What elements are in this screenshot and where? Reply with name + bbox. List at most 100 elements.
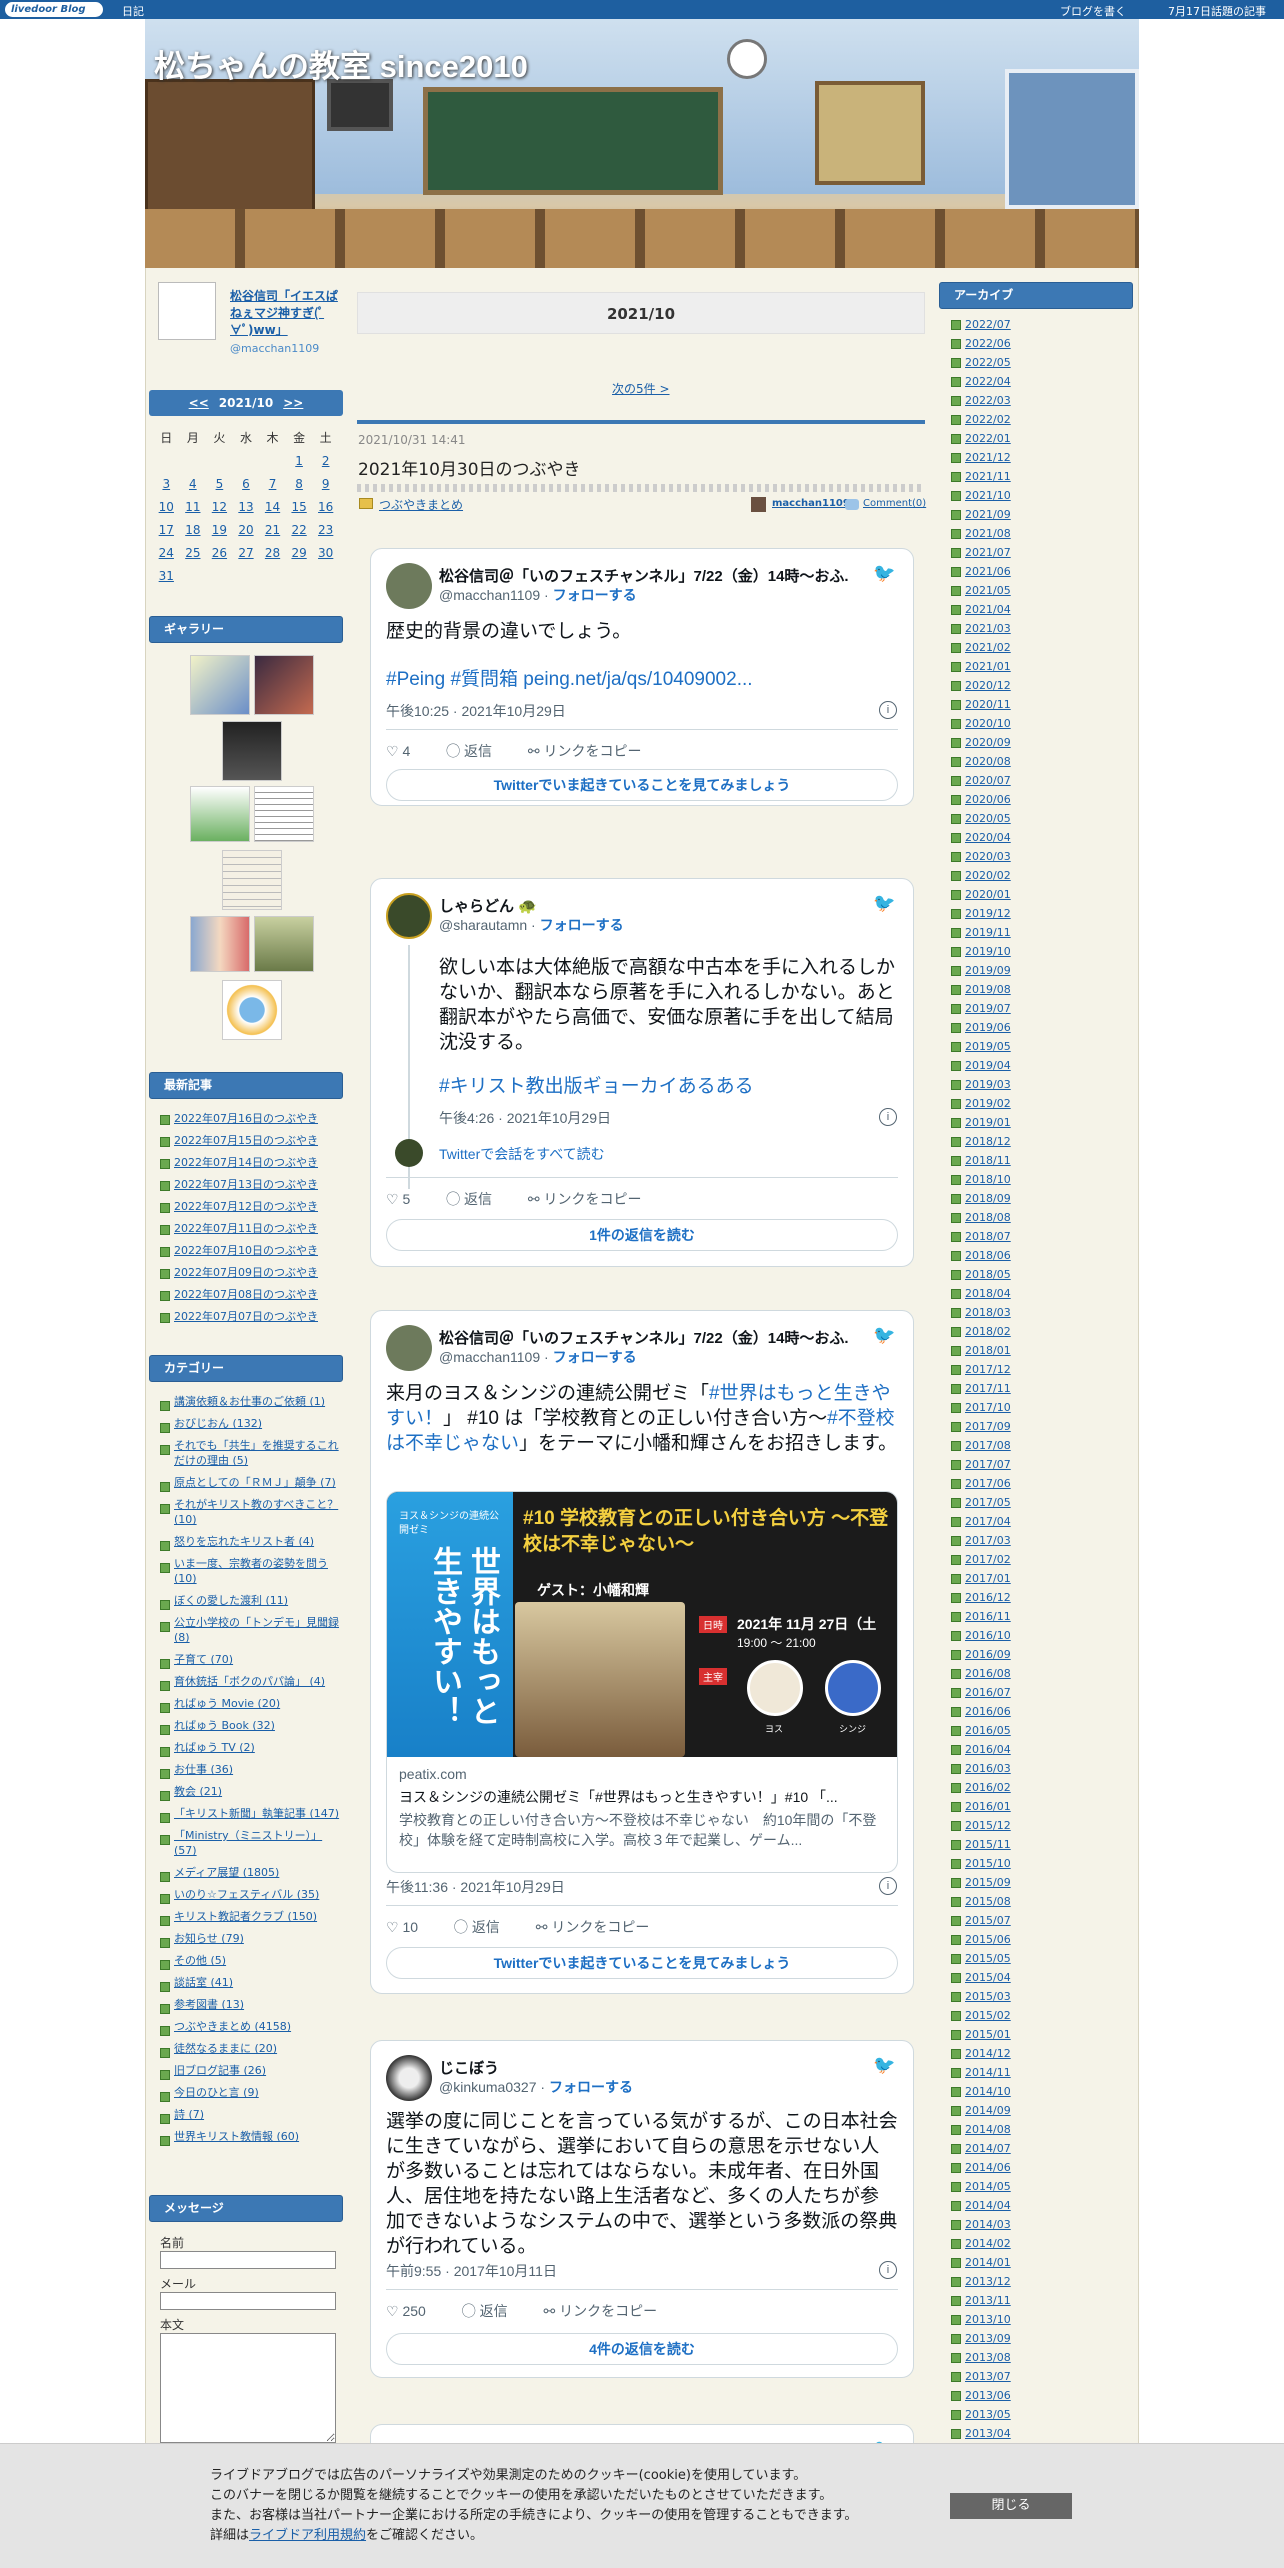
archive-item[interactable]: 2013/04 xyxy=(951,2424,1011,2443)
archive-item[interactable]: 2018/12 xyxy=(951,1132,1011,1151)
archive-item[interactable]: 2021/12 xyxy=(951,448,1011,467)
recent-post-item[interactable]: 2022年07月11日のつぶやき xyxy=(160,1218,318,1240)
category-item-link[interactable]: ぼくの愛した渡利 (11) xyxy=(174,1594,288,1607)
archive-item[interactable]: 2013/08 xyxy=(951,2348,1011,2367)
archive-item[interactable]: 2020/06 xyxy=(951,790,1011,809)
archive-item-link[interactable]: 2017/01 xyxy=(965,1572,1011,1585)
recent-post-item-link[interactable]: 2022年07月08日のつぶやき xyxy=(174,1288,318,1301)
terms-link[interactable]: ライブドア利用規約 xyxy=(249,2528,366,2543)
recent-post-item[interactable]: 2022年07月08日のつぶやき xyxy=(160,1284,318,1306)
archive-item-link[interactable]: 2022/07 xyxy=(965,318,1011,331)
calendar-day[interactable]: 30 xyxy=(312,541,339,564)
archive-item[interactable]: 2017/06 xyxy=(951,1474,1011,1493)
tweet-author-name[interactable]: 松谷信司＠「いのフェスチャンネル」7/22（金）14時～おふ... xyxy=(439,565,849,586)
archive-item[interactable]: 2014/10 xyxy=(951,2082,1011,2101)
category-item[interactable]: 教会 (21) xyxy=(160,1784,346,1801)
calendar-next-link[interactable]: >> xyxy=(283,396,303,410)
handle-text[interactable]: @kinkuma0327 xyxy=(439,2079,537,2095)
calendar-day-link[interactable]: 17 xyxy=(159,523,174,537)
archive-item[interactable]: 2022/06 xyxy=(951,334,1011,353)
archive-item-link[interactable]: 2016/01 xyxy=(965,1800,1011,1813)
explore-twitter-button[interactable]: Twitterでいま起きていることを見てみましょう xyxy=(386,769,898,801)
archive-item[interactable]: 2018/03 xyxy=(951,1303,1011,1322)
calendar-day-link[interactable]: 6 xyxy=(242,477,250,491)
category-item[interactable]: いま一度、宗教者の姿勢を問う (10) xyxy=(160,1556,346,1586)
post-comments-link[interactable]: Comment(0) xyxy=(863,498,926,509)
archive-item[interactable]: 2017/12 xyxy=(951,1360,1011,1379)
link-card[interactable]: ヨス＆シンジの連続公開ゼミ 世界はもっと生きやすい！ #10 学校教育との正しい… xyxy=(386,1491,898,1873)
calendar-day-link[interactable]: 26 xyxy=(212,546,227,560)
calendar-day-link[interactable]: 11 xyxy=(185,500,200,514)
follow-button[interactable]: フォローする xyxy=(553,587,637,603)
archive-item-link[interactable]: 2020/07 xyxy=(965,774,1011,787)
archive-item-link[interactable]: 2020/09 xyxy=(965,736,1011,749)
category-item-link[interactable]: お仕事 (36) xyxy=(174,1763,233,1776)
calendar-day[interactable]: 26 xyxy=(206,541,233,564)
archive-item-link[interactable]: 2016/04 xyxy=(965,1743,1011,1756)
archive-item[interactable]: 2015/04 xyxy=(951,1968,1011,1987)
archive-item[interactable]: 2022/07 xyxy=(951,315,1011,334)
archive-item[interactable]: 2019/02 xyxy=(951,1094,1011,1113)
archive-item[interactable]: 2020/02 xyxy=(951,866,1011,885)
archive-item[interactable]: 2020/01 xyxy=(951,885,1011,904)
diary-link[interactable]: 日記 xyxy=(122,3,144,19)
archive-item[interactable]: 2018/11 xyxy=(951,1151,1011,1170)
archive-item[interactable]: 2020/09 xyxy=(951,733,1011,752)
category-item-link[interactable]: それでも「共生」を推奨するこれだけの理由 (5) xyxy=(174,1439,339,1467)
archive-item-link[interactable]: 2015/11 xyxy=(965,1838,1011,1851)
archive-item-link[interactable]: 2021/06 xyxy=(965,565,1011,578)
category-item-link[interactable]: 詩 (7) xyxy=(174,2108,204,2121)
archive-item-link[interactable]: 2018/08 xyxy=(965,1211,1011,1224)
archive-item-link[interactable]: 2013/10 xyxy=(965,2313,1011,2326)
category-item[interactable]: 旧ブログ記事 (26) xyxy=(160,2063,346,2080)
archive-item[interactable]: 2014/04 xyxy=(951,2196,1011,2215)
calendar-day-link[interactable]: 22 xyxy=(291,523,306,537)
tweet-author-name[interactable]: 松谷信司＠「いのフェスチャンネル」7/22（金）14時～おふ... xyxy=(439,1327,849,1348)
category-item[interactable]: いのり☆フェスティバル (35) xyxy=(160,1887,346,1904)
archive-item[interactable]: 2019/05 xyxy=(951,1037,1011,1056)
archive-item-link[interactable]: 2015/09 xyxy=(965,1876,1011,1889)
recent-post-item[interactable]: 2022年07月15日のつぶやき xyxy=(160,1130,318,1152)
recent-post-item-link[interactable]: 2022年07月13日のつぶやき xyxy=(174,1178,318,1191)
archive-item-link[interactable]: 2019/05 xyxy=(965,1040,1011,1053)
archive-item[interactable]: 2021/01 xyxy=(951,657,1011,676)
archive-item[interactable]: 2020/04 xyxy=(951,828,1011,847)
gallery-thumb[interactable] xyxy=(190,916,250,972)
archive-item[interactable]: 2020/12 xyxy=(951,676,1011,695)
archive-item[interactable]: 2014/07 xyxy=(951,2139,1011,2158)
calendar-day[interactable]: 17 xyxy=(153,518,180,541)
archive-item[interactable]: 2016/04 xyxy=(951,1740,1011,1759)
archive-item[interactable]: 2019/11 xyxy=(951,923,1011,942)
archive-item-link[interactable]: 2019/12 xyxy=(965,907,1011,920)
like-button[interactable]: ♡ 10 xyxy=(386,1919,434,1935)
category-item-link[interactable]: キリスト教記者クラブ (150) xyxy=(174,1910,317,1923)
archive-item-link[interactable]: 2018/01 xyxy=(965,1344,1011,1357)
recent-post-item-link[interactable]: 2022年07月11日のつぶやき xyxy=(174,1222,318,1235)
calendar-day-link[interactable]: 19 xyxy=(212,523,227,537)
archive-item-link[interactable]: 2018/06 xyxy=(965,1249,1011,1262)
category-item-link[interactable]: ればゅう Book (32) xyxy=(174,1719,275,1732)
profile-avatar[interactable] xyxy=(158,282,216,340)
archive-item[interactable]: 2015/08 xyxy=(951,1892,1011,1911)
calendar-day-link[interactable]: 2 xyxy=(322,454,330,468)
archive-item[interactable]: 2022/02 xyxy=(951,410,1011,429)
calendar-day-link[interactable]: 12 xyxy=(212,500,227,514)
recent-post-item[interactable]: 2022年07月07日のつぶやき xyxy=(160,1306,318,1328)
archive-item-link[interactable]: 2015/07 xyxy=(965,1914,1011,1927)
archive-item-link[interactable]: 2022/06 xyxy=(965,337,1011,350)
archive-item-link[interactable]: 2019/03 xyxy=(965,1078,1011,1091)
archive-item-link[interactable]: 2016/10 xyxy=(965,1629,1011,1642)
archive-item[interactable]: 2017/08 xyxy=(951,1436,1011,1455)
archive-item[interactable]: 2013/09 xyxy=(951,2329,1011,2348)
archive-item[interactable]: 2019/12 xyxy=(951,904,1011,923)
archive-item-link[interactable]: 2018/09 xyxy=(965,1192,1011,1205)
category-item-link[interactable]: 「Ministry（ミニストリー）」 (57) xyxy=(174,1829,322,1857)
archive-item-link[interactable]: 2019/07 xyxy=(965,1002,1011,1015)
archive-item-link[interactable]: 2019/01 xyxy=(965,1116,1011,1129)
archive-item-link[interactable]: 2019/10 xyxy=(965,945,1011,958)
archive-item[interactable]: 2018/04 xyxy=(951,1284,1011,1303)
category-item[interactable]: 参考図書 (13) xyxy=(160,1997,346,2014)
recent-post-item[interactable]: 2022年07月09日のつぶやき xyxy=(160,1262,318,1284)
archive-item[interactable]: 2021/09 xyxy=(951,505,1011,524)
follow-button[interactable]: フォローする xyxy=(540,917,624,933)
